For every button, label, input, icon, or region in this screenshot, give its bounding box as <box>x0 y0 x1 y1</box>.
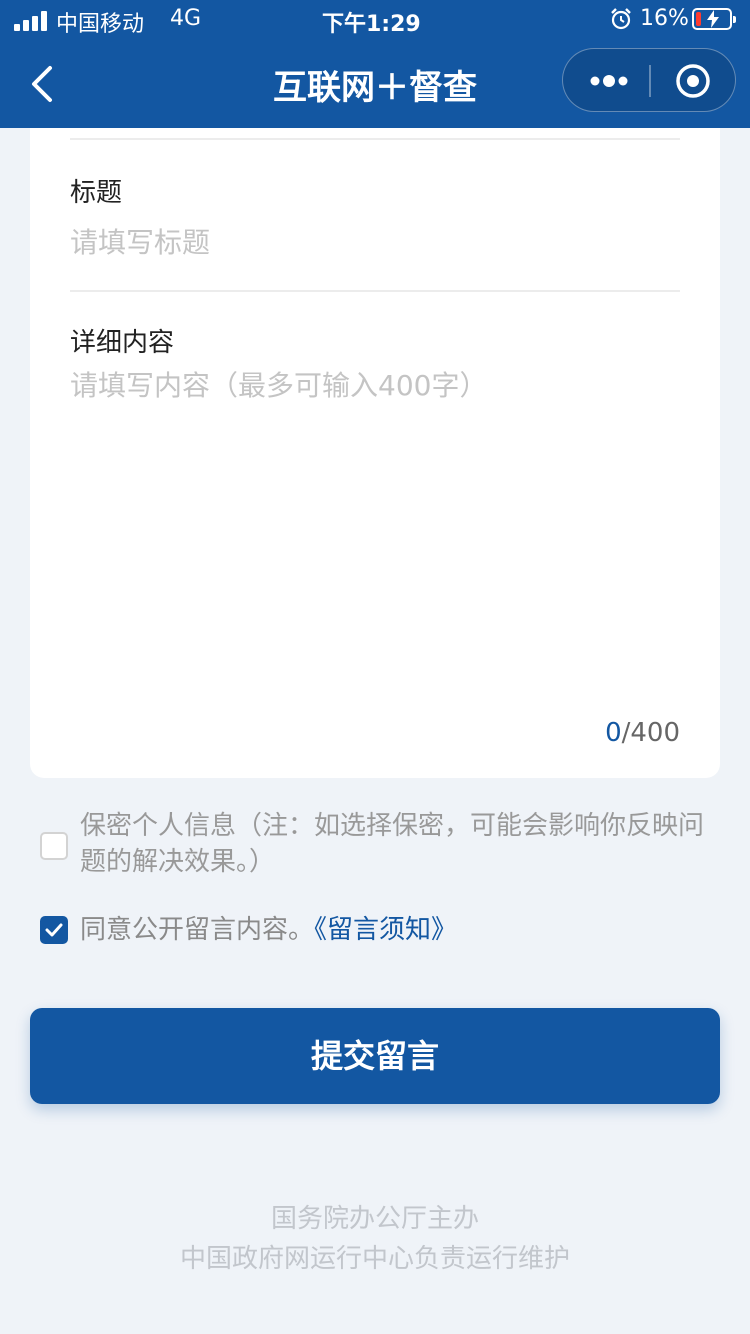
footer-maintainer: 中国政府网运行中心负责运行维护 <box>179 1244 570 1274</box>
more-dots-icon[interactable] <box>589 69 629 93</box>
top-bar: 中国移动 4G 下午1:29 16% 互联网＋督查 <box>0 0 750 128</box>
capsule-divider <box>649 65 651 97</box>
message-notice-link[interactable]: 《留言须知》 <box>314 915 457 945</box>
title-input[interactable] <box>70 220 680 264</box>
content-label: 详细内容 <box>70 328 175 358</box>
divider <box>70 138 680 140</box>
submit-message-button[interactable]: 提交留言 <box>30 1008 720 1104</box>
navigation-bar: 互联网＋督查 <box>0 40 750 128</box>
character-counter: 0/400 <box>605 718 680 748</box>
agree-public-text: 同意公开留言内容。《留言须知》 <box>80 912 720 948</box>
alarm-icon <box>611 8 631 30</box>
status-bar: 中国移动 4G 下午1:29 16% <box>0 0 750 40</box>
message-form-card: 标题 详细内容 0/400 <box>30 128 720 778</box>
content-textarea[interactable] <box>70 364 680 704</box>
chevron-left-icon[interactable] <box>24 62 64 106</box>
agree-public-label: 同意公开留言内容。 <box>80 915 315 945</box>
agree-public-checkbox[interactable] <box>40 916 68 944</box>
counter-max: /400 <box>621 718 680 748</box>
title-label: 标题 <box>70 178 123 208</box>
confidential-label: 保密个人信息（注：如选择保密，可能会影响你反映问题的解决效果。） <box>80 811 705 877</box>
confidential-checkbox[interactable] <box>40 832 68 860</box>
status-time: 下午1:29 <box>322 12 421 37</box>
page: 中国移动 4G 下午1:29 16% 互联网＋督查 标题 请填写标题 详细内容 … <box>0 0 750 1334</box>
target-circle-icon[interactable] <box>675 63 711 99</box>
divider <box>70 290 680 292</box>
page-title: 互联网＋督查 <box>273 68 477 108</box>
network-type: 4G <box>170 6 202 31</box>
checkmark-icon <box>45 923 63 937</box>
signal-icon <box>14 11 48 31</box>
battery-percent: 16% <box>640 6 689 31</box>
battery-charging-icon <box>692 8 736 30</box>
mini-program-capsule <box>562 48 736 112</box>
footer-sponsor: 国务院办公厅主办 <box>270 1204 479 1234</box>
carrier-name: 中国移动 <box>56 12 145 37</box>
counter-current: 0 <box>605 718 622 748</box>
